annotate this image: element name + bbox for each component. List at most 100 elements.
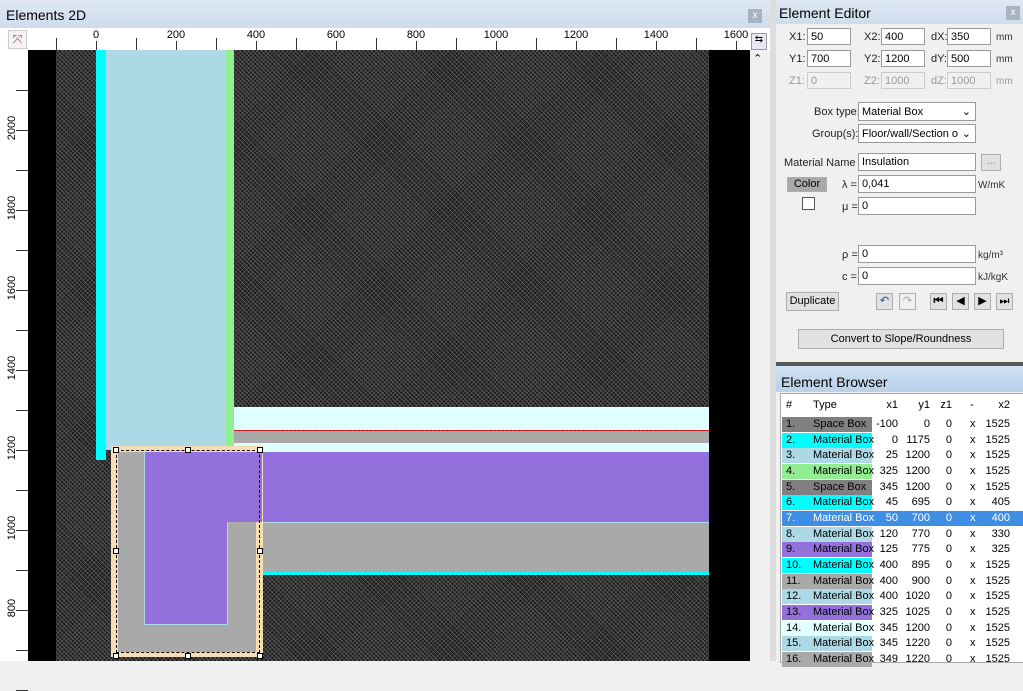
- table-row[interactable]: 7. Material Box 50 700 0 x 400: [782, 511, 1023, 527]
- cell-x2: 1525: [985, 637, 1010, 650]
- dy-input[interactable]: 500: [947, 50, 991, 67]
- table-row[interactable]: 1. Space Box -100 0 0 x 1525: [782, 417, 1023, 432]
- zoom-fit-icon[interactable]: ⤧: [8, 30, 27, 49]
- material-box-13[interactable]: [262, 452, 709, 522]
- duplicate-button[interactable]: Duplicate: [786, 292, 839, 311]
- material-box-15[interactable]: [234, 443, 709, 452]
- column-header[interactable]: -: [970, 398, 974, 413]
- table-row[interactable]: 4. Material Box 325 1200 0 x 1525: [782, 464, 1023, 479]
- column-header[interactable]: #: [786, 398, 792, 413]
- color-checkbox[interactable]: [802, 197, 815, 210]
- resize-handle[interactable]: [257, 447, 263, 453]
- table-row[interactable]: 3. Material Box 25 1200 0 x 1525: [782, 448, 1023, 464]
- table-row[interactable]: 6. Material Box 45 695 0 x 405: [782, 495, 1023, 511]
- x1-input[interactable]: 50: [807, 28, 851, 45]
- column-header[interactable]: Type: [813, 398, 837, 413]
- cell-x1: 25: [885, 449, 898, 462]
- c-input[interactable]: 0: [858, 267, 976, 285]
- first-icon[interactable]: ⏮: [930, 293, 947, 310]
- table-row[interactable]: 11. Material Box 400 900 0 x 1525: [782, 573, 1023, 589]
- table-row[interactable]: 2. Material Box 0 1175 0 x 1525: [782, 432, 1023, 448]
- table-row[interactable]: 15. Material Box 345 1220 0 x 1525: [782, 636, 1023, 652]
- cell-n: 1.: [786, 418, 796, 430]
- groups-value: Floor/wall/Section ove: [862, 128, 970, 140]
- prev-icon[interactable]: ◀: [952, 293, 969, 310]
- next-icon[interactable]: ▶: [974, 293, 991, 310]
- resize-handle[interactable]: [113, 447, 119, 453]
- table-row[interactable]: 14. Material Box 345 1200 0 x 1525: [782, 620, 1023, 636]
- column-header[interactable]: x1: [886, 398, 898, 413]
- rho-unit: kg/m³: [978, 250, 1003, 261]
- material-box-11[interactable]: [262, 523, 709, 572]
- x2-input[interactable]: 400: [881, 28, 925, 45]
- scrollbar-vertical[interactable]: [750, 50, 770, 661]
- material-box-4[interactable]: [226, 50, 234, 450]
- column-header[interactable]: y1: [918, 398, 930, 413]
- last-icon[interactable]: ⏭: [996, 293, 1013, 310]
- undo-icon[interactable]: ↶: [876, 293, 893, 310]
- view-options-icon[interactable]: ⇆: [751, 33, 767, 50]
- browse-material-button[interactable]: ...: [981, 154, 1001, 171]
- scroll-up-icon[interactable]: ⌃: [753, 52, 762, 65]
- resize-handle[interactable]: [113, 548, 119, 554]
- cell-x1: -100: [875, 418, 898, 430]
- material-box-3[interactable]: [106, 50, 226, 450]
- table-row[interactable]: 10. Material Box 400 895 0 x 1525: [782, 558, 1023, 574]
- cell-sep: x: [970, 621, 976, 634]
- ruler-tick: [376, 38, 377, 50]
- cell-x1: 345: [879, 621, 898, 634]
- rho-input[interactable]: 0: [858, 245, 976, 263]
- color-button[interactable]: Color: [787, 177, 827, 192]
- cell-z1: 0: [945, 606, 952, 619]
- mu-label: μ =: [842, 201, 858, 213]
- selection-outline[interactable]: [116, 450, 260, 653]
- column-header[interactable]: z1: [940, 398, 952, 413]
- y1-input[interactable]: 700: [807, 50, 851, 67]
- cell-x1: 400: [879, 574, 898, 587]
- cell-x2: 330: [991, 527, 1010, 540]
- y2-input[interactable]: 1200: [881, 50, 925, 67]
- convert-slope-button[interactable]: Convert to Slope/Roundness: [798, 329, 1004, 349]
- cell-sep: x: [970, 574, 976, 587]
- ruler-tick: [496, 41, 497, 50]
- cell-n: 14.: [786, 621, 802, 634]
- resize-handle[interactable]: [185, 447, 191, 453]
- cell-y1: 895: [911, 559, 930, 572]
- mu-input[interactable]: 0: [858, 197, 976, 215]
- cell-y1: 1220: [905, 637, 930, 650]
- material-box-10[interactable]: [262, 572, 709, 575]
- material-name-input[interactable]: Insulation: [858, 153, 976, 171]
- table-row[interactable]: 5. Space Box 345 1200 0 x 1525: [782, 479, 1023, 495]
- box-type-select[interactable]: Material Box ⌄: [858, 102, 976, 121]
- table-row[interactable]: 8. Material Box 120 770 0 x 330: [782, 526, 1023, 542]
- column-header[interactable]: x2: [998, 398, 1010, 413]
- table-header: # Type x1 y1 z1 - x2: [782, 398, 1023, 413]
- close-button[interactable]: x: [748, 9, 762, 23]
- panel-divider[interactable]: [770, 0, 776, 661]
- table-row[interactable]: 12. Material Box 400 1020 0 x 1525: [782, 589, 1023, 605]
- resize-handle[interactable]: [257, 548, 263, 554]
- material-box-14[interactable]: [234, 407, 709, 430]
- ruler-tick: [216, 38, 217, 50]
- resize-handle[interactable]: [113, 653, 119, 659]
- material-box-16[interactable]: [234, 431, 709, 443]
- dx-input[interactable]: 350: [947, 28, 991, 45]
- table-row[interactable]: 9. Material Box 125 775 0 x 325: [782, 542, 1023, 558]
- cell-n: 6.: [786, 496, 796, 509]
- canvas-viewport[interactable]: [28, 50, 750, 661]
- ruler-tick: [16, 250, 28, 251]
- material-box-2[interactable]: [96, 50, 106, 460]
- resize-handle[interactable]: [185, 653, 191, 659]
- table-row[interactable]: 16. Material Box 349 1220 0 x 1525: [782, 652, 1023, 668]
- cell-z1: 0: [945, 637, 952, 650]
- resize-handle[interactable]: [257, 653, 263, 659]
- ruler-x-label: 200: [166, 29, 186, 41]
- unit-mm: mm: [996, 32, 1013, 43]
- cell-z1: 0: [945, 590, 952, 603]
- groups-select[interactable]: Floor/wall/Section ove ⌄: [858, 124, 976, 143]
- z1-input: 0: [807, 72, 851, 89]
- editor-close-button[interactable]: x: [1006, 6, 1020, 20]
- lambda-input[interactable]: 0,041: [858, 175, 976, 193]
- dx-label: dX:: [931, 31, 948, 43]
- table-row[interactable]: 13. Material Box 325 1025 0 x 1525: [782, 605, 1023, 621]
